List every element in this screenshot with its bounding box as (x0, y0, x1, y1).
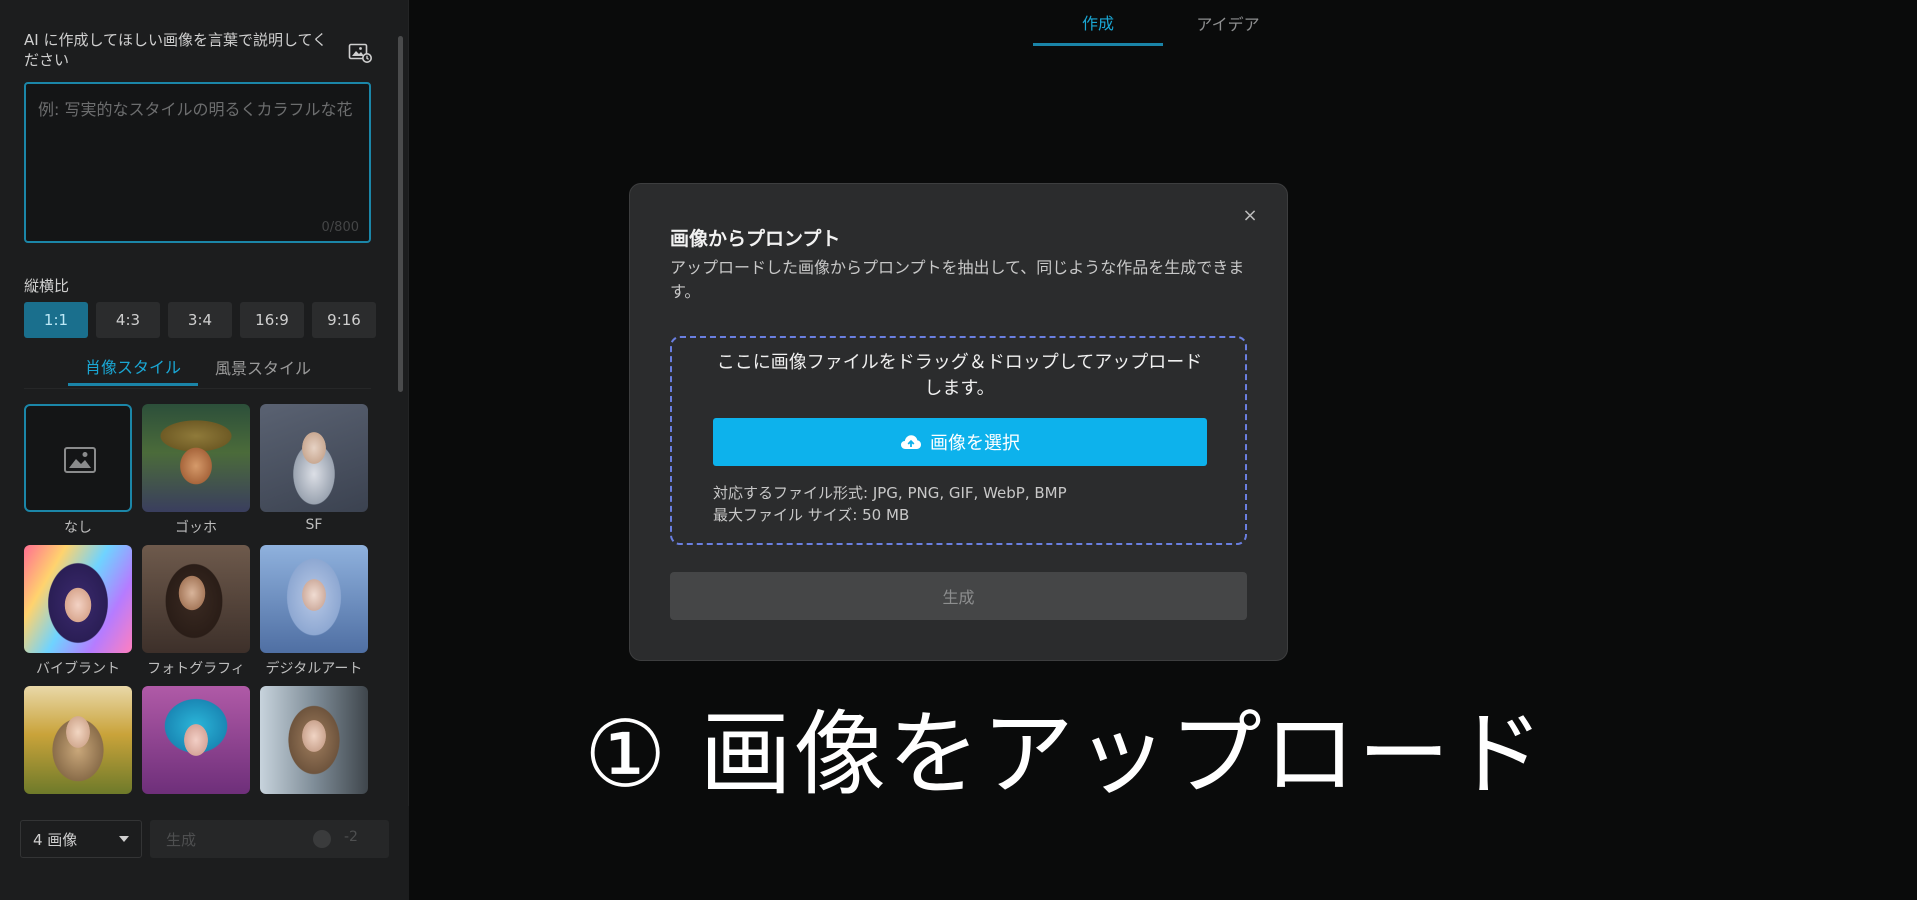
style-label: デジタルアート (265, 661, 363, 677)
style-option-9[interactable] (260, 686, 368, 821)
tab-landscape-style[interactable]: 風景スタイル (198, 348, 328, 386)
prompt-textarea[interactable]: 例: 写実的なスタイルの明るくカラフルな花 0/800 (24, 82, 371, 243)
sidebar: AI に作成してほしい画像を言葉で説明してください 例: 写実的なスタイルの明る… (0, 0, 409, 900)
style-option-gogh[interactable]: ゴッホ (142, 404, 250, 539)
sidebar-scrollbar[interactable] (398, 36, 403, 392)
style-label: フォトグラフィ (147, 661, 245, 677)
credit-icon (313, 830, 331, 848)
max-file-size: 最大ファイル サイズ: 50 MB (713, 506, 910, 524)
supported-formats: 対応するファイル形式: JPG, PNG, GIF, WebP, BMP (713, 484, 1067, 502)
style-thumb-photography[interactable] (142, 545, 250, 653)
image-count-select[interactable]: 4 画像 (20, 820, 142, 858)
image-placeholder-icon (64, 447, 96, 473)
tab-create[interactable]: 作成 (1033, 0, 1163, 46)
style-thumb-7[interactable] (24, 686, 132, 794)
aspect-ratio-label: 縦横比 (24, 277, 70, 295)
style-label: ゴッホ (175, 520, 217, 536)
dialog-title: 画像からプロンプト (670, 228, 841, 250)
style-option-7[interactable] (24, 686, 132, 821)
style-grid: なし ゴッホ SF バイブラント フォトグラフィ デジタルアート (24, 404, 374, 821)
style-option-none[interactable]: なし (24, 404, 132, 539)
style-option-8[interactable] (142, 686, 250, 821)
style-label: なし (64, 520, 92, 536)
style-option-sf[interactable]: SF (260, 404, 368, 539)
style-thumb-none[interactable] (24, 404, 132, 512)
prompt-char-counter: 0/800 (321, 220, 359, 235)
file-requirements: 対応するファイル形式: JPG, PNG, GIF, WebP, BMP 最大フ… (713, 482, 1067, 526)
main-tabs: 作成 アイデア (1033, 0, 1293, 46)
credit-cost: -2 (344, 829, 358, 845)
style-thumb-8[interactable] (142, 686, 250, 794)
step-caption: ① 画像をアップロード (584, 701, 1546, 808)
prompt-placeholder: 例: 写実的なスタイルの明るくカラフルな花 (38, 100, 353, 119)
prompt-heading: AI に作成してほしい画像を言葉で説明してください (24, 31, 328, 69)
dialog-description: アップロードした画像からプロンプトを抽出して、同じような作品を生成できます。 (670, 258, 1245, 301)
style-thumb-vibrant[interactable] (24, 545, 132, 653)
style-label: SF (305, 517, 323, 533)
sidebar-generate-button[interactable]: 生成 -2 (150, 820, 389, 858)
aspect-ratio-options: 1:1 4:3 3:4 16:9 9:16 (24, 302, 376, 338)
tab-portrait-style[interactable]: 肖像スタイル (68, 348, 198, 386)
style-label: バイブラント (36, 661, 120, 677)
style-tabs: 肖像スタイル 風景スタイル (68, 348, 328, 386)
cloud-upload-icon (901, 435, 921, 449)
sidebar-generate-label: 生成 (166, 830, 197, 849)
image-count-value: 4 画像 (33, 830, 78, 849)
style-option-vibrant[interactable]: バイブラント (24, 545, 132, 680)
tab-ideas[interactable]: アイデア (1163, 0, 1293, 46)
file-dropzone[interactable]: ここに画像ファイルをドラッグ＆ドロップしてアップロードします。 画像を選択 対応… (670, 336, 1247, 545)
dialog-generate-button[interactable]: 生成 (670, 572, 1247, 620)
image-to-prompt-icon[interactable] (348, 42, 372, 64)
style-thumb-digital-art[interactable] (260, 545, 368, 653)
ratio-9-16-button[interactable]: 9:16 (312, 302, 376, 338)
style-tabs-divider (24, 388, 371, 389)
style-option-photography[interactable]: フォトグラフィ (142, 545, 250, 680)
ratio-4-3-button[interactable]: 4:3 (96, 302, 160, 338)
style-thumb-9[interactable] (260, 686, 368, 794)
caret-down-icon (119, 836, 129, 842)
ratio-3-4-button[interactable]: 3:4 (168, 302, 232, 338)
style-thumb-gogh[interactable] (142, 404, 250, 512)
select-image-button[interactable]: 画像を選択 (713, 418, 1207, 466)
select-image-label: 画像を選択 (930, 433, 1020, 454)
ratio-1-1-button[interactable]: 1:1 (24, 302, 88, 338)
close-icon[interactable]: × (1242, 207, 1258, 225)
style-thumb-sf[interactable] (260, 404, 368, 512)
style-option-digital-art[interactable]: デジタルアート (260, 545, 368, 680)
dropzone-text: ここに画像ファイルをドラッグ＆ドロップしてアップロードします。 (716, 352, 1203, 399)
image-to-prompt-dialog: × 画像からプロンプト アップロードした画像からプロンプトを抽出して、同じような… (629, 183, 1288, 661)
ratio-16-9-button[interactable]: 16:9 (240, 302, 304, 338)
